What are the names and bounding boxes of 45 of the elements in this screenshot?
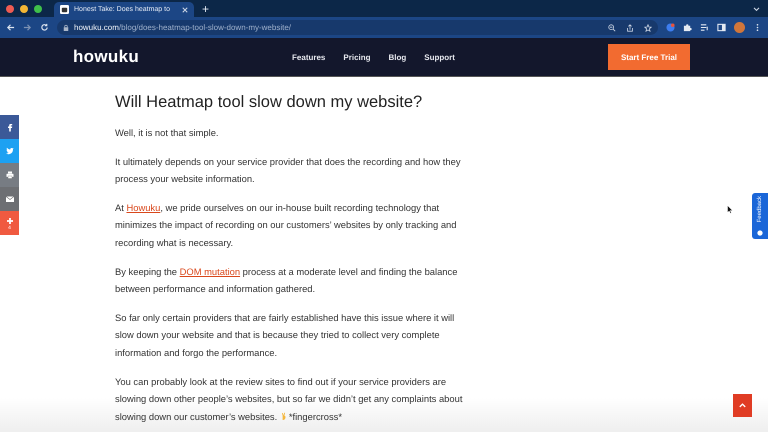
envelope-icon — [4, 194, 14, 204]
address-field[interactable]: howuku.com/blog/does-heatmap-tool-slow-down-my-website/ — [57, 20, 658, 35]
paragraph: It ultimately depends on your service provider that does the recording and how they process your website information. — [115, 154, 462, 186]
sidebar-icon[interactable] — [717, 23, 726, 32]
star-icon[interactable] — [644, 24, 652, 32]
paragraph: So far only certain providers that are fairly established have this issue where it will slow down your website and that is because they tried to collect very complete information and forgo the performance. — [115, 310, 456, 360]
close-icon[interactable] — [182, 6, 188, 12]
article-title: Will Heatmap tool slow down my website? — [115, 93, 424, 112]
paragraph: Well, it is not that simple. — [115, 126, 220, 140]
playlist-icon[interactable] — [700, 23, 709, 32]
profile-avatar[interactable] — [734, 22, 745, 33]
paragraph: By keeping the DOM mutation process at a moderate level and finding the balance between performance and information gathered. — [115, 264, 458, 296]
nav-link[interactable]: Support — [424, 52, 455, 62]
twitter-share-button[interactable] — [0, 139, 19, 163]
site-logo[interactable]: howuku — [73, 47, 140, 67]
zoom-window-button[interactable] — [34, 4, 42, 12]
reload-icon[interactable] — [40, 23, 49, 32]
chevron-down-icon[interactable] — [753, 7, 760, 12]
scroll-to-top-button[interactable] — [733, 394, 752, 417]
bird-icon — [4, 146, 14, 156]
nav-link[interactable]: Blog — [388, 52, 406, 62]
close-window-button[interactable] — [6, 4, 14, 12]
mouse-cursor-icon — [727, 205, 733, 214]
inline-link[interactable]: DOM mutation — [180, 266, 240, 277]
lock-icon — [63, 24, 69, 32]
printer-icon — [4, 170, 14, 180]
plus-icon — [4, 216, 14, 226]
puzzle-icon[interactable] — [683, 23, 692, 32]
chevron-up-icon — [738, 401, 747, 410]
forward-arrow-icon[interactable] — [23, 23, 32, 32]
new-tab-button[interactable]: + — [194, 2, 218, 17]
nav-link[interactable]: Features — [292, 52, 326, 62]
paragraph: You can probably look at the review sites to find out if your service providers are slowing down other people’s websites, but so far we didn’t get any complaints about slowing down our customer’s websites. *fingercross* — [115, 374, 464, 424]
inline-link[interactable]: Howuku — [126, 202, 160, 213]
paragraph: At Howuku, we pride ourselves on our in-house built recording technology that minimizes the impact of recording on our customers’ websites by only tracking and recording what is necessary. — [115, 200, 458, 250]
back-arrow-icon[interactable] — [6, 23, 15, 32]
minimize-window-button[interactable] — [20, 4, 28, 12]
extension-icon[interactable] — [666, 23, 675, 32]
email-share-button[interactable] — [0, 187, 19, 211]
zoom-out-icon[interactable] — [608, 24, 616, 32]
facebook-share-button[interactable] — [0, 115, 19, 139]
url-text: howuku.com/blog/does-heatmap-tool-slow-down-my-website/ — [74, 23, 291, 32]
print-share-button[interactable] — [0, 163, 19, 187]
nav-link[interactable]: Pricing — [343, 52, 371, 62]
share-icon[interactable] — [626, 24, 634, 32]
